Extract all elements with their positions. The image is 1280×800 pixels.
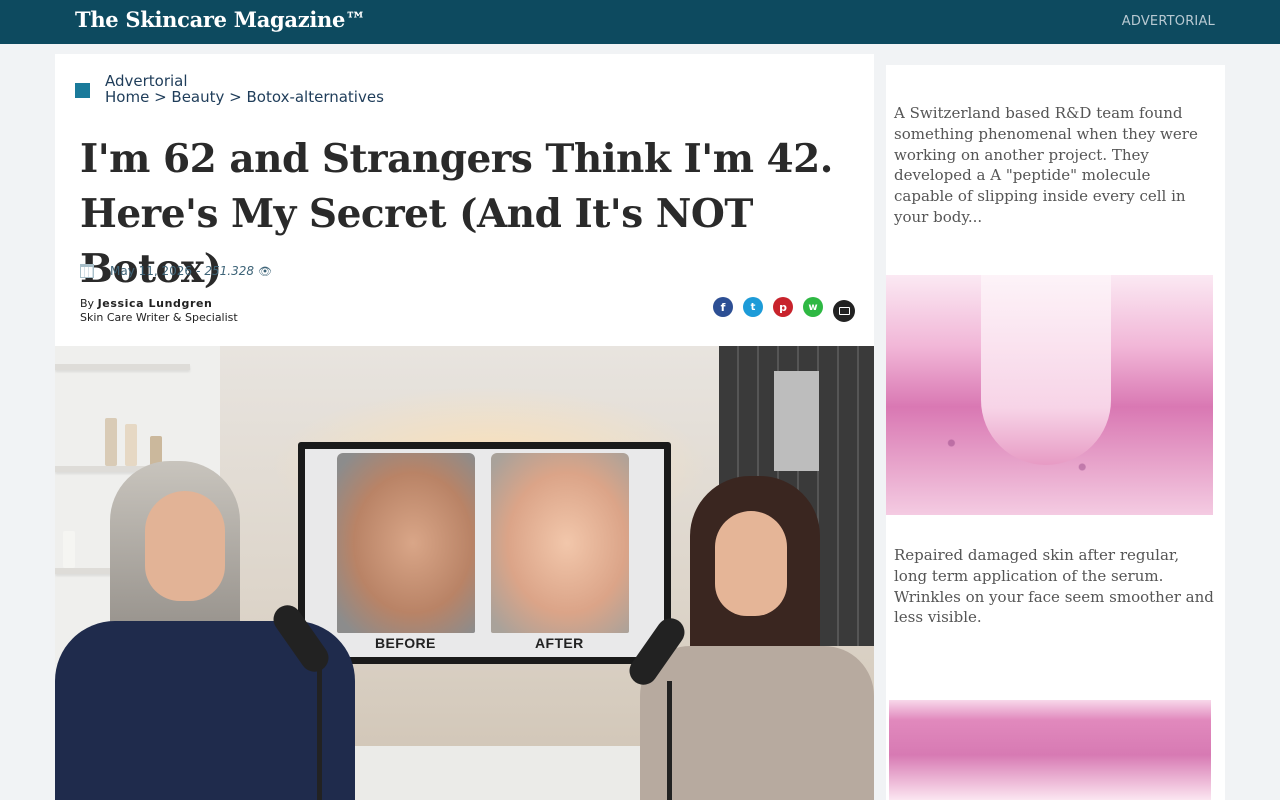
view-count: 251.328 [204, 264, 255, 278]
article-card: Advertorial Home > Beauty > Botox-altern… [55, 54, 874, 800]
twitter-icon[interactable]: t [743, 297, 763, 317]
breadcrumb: Home > Beauty > Botox-alternatives [105, 88, 384, 106]
category-square-icon [75, 83, 90, 98]
host-left-face [145, 491, 225, 601]
by-prefix: By [80, 297, 95, 310]
hero-image: BEFORE AFTER [55, 346, 874, 800]
skin-microscopy-image [886, 275, 1213, 515]
sidebar-text-research: A Switzerland based R&D team found somet… [894, 104, 1198, 226]
site-header: The Skincare Magazine™ ADVERTORIAL [0, 0, 1280, 44]
facebook-icon[interactable]: f [713, 297, 733, 317]
breadcrumb-home[interactable]: Home [105, 88, 149, 106]
breadcrumb-botox-alternatives[interactable]: Botox-alternatives [247, 88, 384, 106]
skin-fold [981, 275, 1111, 465]
product-jar [105, 418, 117, 466]
acoustic-panel [774, 371, 819, 471]
pinterest-icon[interactable]: p [773, 297, 793, 317]
article-meta: May 11, 2026 - 251.328 👁 [80, 262, 272, 280]
mic-stand-left [317, 666, 322, 800]
before-label: BEFORE [375, 635, 436, 651]
byline: By Jessica Lundgren Skin Care Writer & S… [80, 297, 238, 325]
publish-date: May 11, 2026 [110, 264, 193, 278]
whatsapp-icon[interactable]: w [803, 297, 823, 317]
author-title: Skin Care Writer & Specialist [80, 311, 238, 324]
shelf [55, 364, 190, 370]
after-label: AFTER [535, 635, 584, 651]
author-name[interactable]: Jessica Lundgren [98, 297, 213, 310]
sidebar-text-results: Repaired damaged skin after regular, lon… [894, 546, 1214, 627]
share-buttons: f t p w [713, 297, 855, 322]
host-right-face [715, 511, 787, 616]
meta-separator: - [196, 264, 201, 278]
advertorial-tag: ADVERTORIAL [1121, 14, 1215, 29]
host-right-sweater [640, 646, 874, 800]
email-icon[interactable] [833, 300, 855, 322]
breadcrumb-separator: > [224, 88, 247, 106]
breadcrumb-beauty[interactable]: Beauty [171, 88, 224, 106]
mic-stand-right [667, 681, 672, 800]
site-logo[interactable]: The Skincare Magazine™ [75, 7, 366, 32]
skin-microscopy-image-2 [889, 700, 1211, 800]
tv-screen: BEFORE AFTER [305, 449, 664, 657]
sidebar: A Switzerland based R&D team found somet… [886, 65, 1225, 800]
after-face-image [491, 453, 629, 633]
product-jar [125, 424, 137, 466]
eye-icon: 👁 [258, 264, 272, 278]
before-face-image [337, 453, 475, 633]
breadcrumb-separator: > [149, 88, 172, 106]
calendar-icon [80, 264, 94, 278]
